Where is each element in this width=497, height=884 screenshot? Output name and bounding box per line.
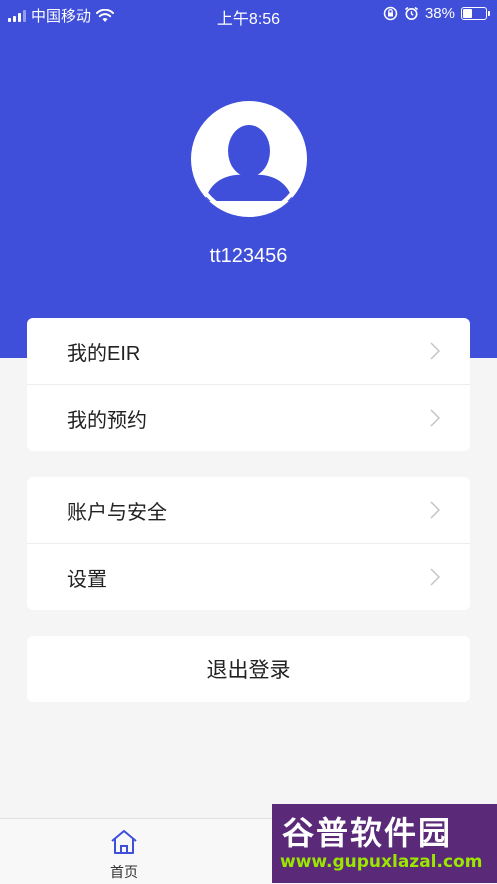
menu-item-label: 我的预约: [67, 409, 147, 432]
menu-card-eir: 我的EIR 我的预约: [27, 318, 470, 451]
menu-item-settings[interactable]: 设置: [27, 543, 470, 610]
tab-label: 首页: [110, 864, 138, 880]
logout-button[interactable]: 退出登录: [27, 636, 470, 702]
tab-home[interactable]: 首页: [64, 819, 184, 884]
status-bar: 中国移动 上午8:56 38%: [0, 0, 497, 30]
default-user-icon: [192, 102, 306, 216]
menu-card-account: 账户与安全 设置: [27, 477, 470, 610]
menu-item-label: 我的EIR: [67, 342, 141, 365]
watermark-url: www.gupuxlazal.com: [280, 852, 483, 872]
chevron-right-icon: [430, 409, 440, 427]
menu-item-my-appointments[interactable]: 我的预约: [27, 384, 470, 451]
chevron-right-icon: [430, 501, 440, 519]
menu-item-label: 设置: [67, 568, 107, 591]
battery-percent: 38%: [424, 5, 455, 22]
menu-item-my-eir[interactable]: 我的EIR: [27, 318, 470, 384]
watermark-title: 谷普软件园: [282, 815, 453, 851]
avatar[interactable]: [191, 101, 307, 217]
status-right: 38%: [383, 5, 490, 22]
menu-item-label: 账户与安全: [67, 501, 167, 524]
watermark-logo: 谷普软件园 www.gupuxlazal.com: [272, 804, 497, 883]
home-icon: [111, 830, 137, 854]
battery-icon: [461, 7, 490, 20]
username: tt123456: [209, 245, 288, 267]
alarm-icon: [404, 6, 418, 20]
menu-item-account-security[interactable]: 账户与安全: [27, 477, 470, 543]
chevron-right-icon: [430, 342, 440, 360]
chevron-right-icon: [430, 568, 440, 586]
rotation-lock-icon: [383, 6, 398, 21]
